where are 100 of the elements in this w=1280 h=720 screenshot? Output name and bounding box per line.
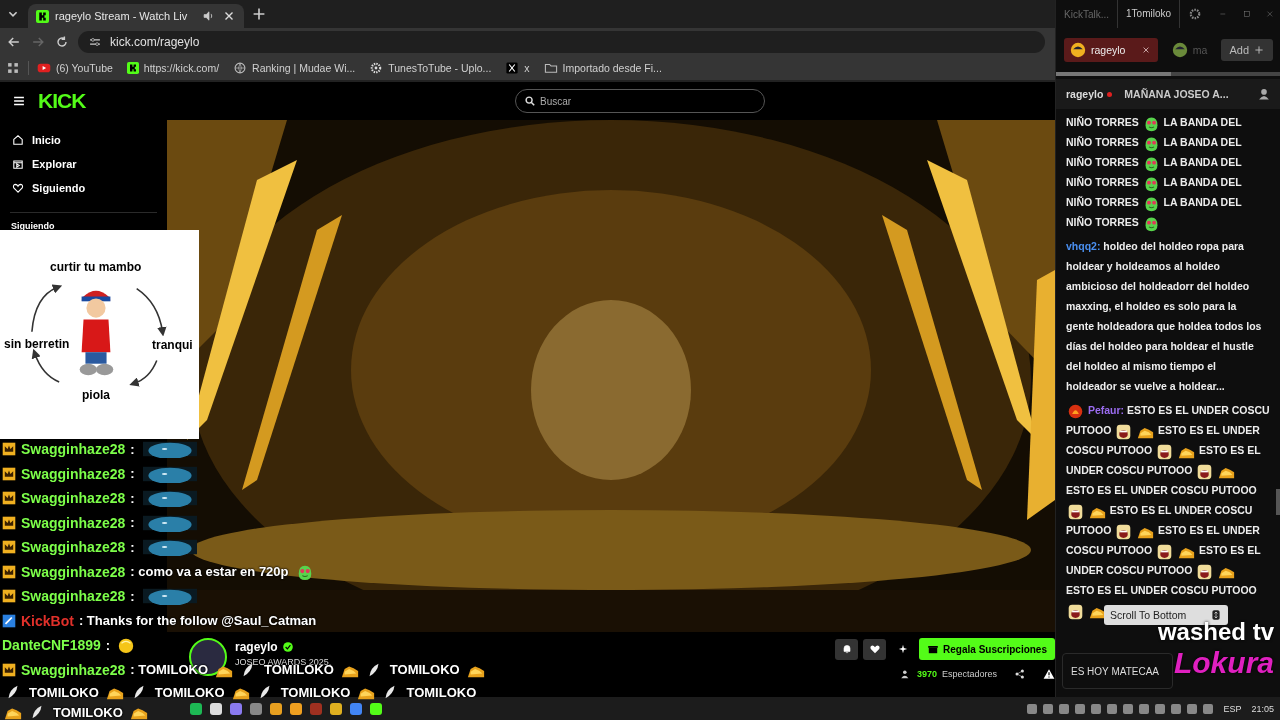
chat-scrollbar[interactable] xyxy=(1276,489,1280,515)
cartoon-emote xyxy=(1196,562,1214,580)
browser-tab[interactable]: rageylo Stream - Watch Liv xyxy=(28,4,244,28)
chat-message-text: TOMILOKO xyxy=(29,684,99,700)
chat-input-field[interactable]: ES HOY MATECAA xyxy=(1062,653,1173,689)
site-settings-icon[interactable] xyxy=(88,35,102,49)
kick-logo[interactable]: KICK xyxy=(38,89,86,113)
chat-username: Swagginhaze28 xyxy=(21,588,126,605)
video-icon xyxy=(12,158,24,170)
share-icon[interactable] xyxy=(1014,668,1026,680)
chat-message-text: LA BANDA DEL xyxy=(1163,156,1242,168)
chat-message-text: : xyxy=(130,490,135,506)
nav-link[interactable]: Inicio xyxy=(0,128,167,152)
chat-message-text: ESTO ES EL UNDER COSCU xyxy=(1127,404,1270,416)
taskbar-app-icon[interactable] xyxy=(370,702,382,715)
warning-icon[interactable] xyxy=(1043,668,1055,680)
taskbar-app-icon[interactable] xyxy=(330,702,342,715)
chat-username: DanteCNF1899 xyxy=(2,637,101,654)
chat-username: Swagginhaze28 xyxy=(21,661,126,678)
chat-username[interactable]: vhqq2: xyxy=(1066,240,1101,252)
meme-label: sin berretin xyxy=(4,337,70,351)
plus-icon xyxy=(1253,44,1265,56)
clock[interactable]: 21:05 xyxy=(1251,703,1274,714)
tray-icon[interactable] xyxy=(1107,703,1118,714)
bookmark-link[interactable]: x xyxy=(505,61,530,75)
chat-message-text: COSCU PUTOOO xyxy=(1066,544,1153,556)
tab-scrollbar[interactable] xyxy=(1056,72,1171,76)
tray-icon[interactable] xyxy=(1091,703,1102,714)
account-name[interactable]: 1Tomiloko xyxy=(1117,0,1181,28)
chat-message-text: NIÑO TORRES xyxy=(1066,216,1139,228)
chat-message-text: ESTO ES EL UNDER COSCU xyxy=(1109,504,1253,516)
chat-username: Swagginhaze28 xyxy=(21,465,126,482)
search-field[interactable]: Buscar xyxy=(515,89,765,113)
chat-message-text: : como va a estar en 720p xyxy=(130,564,289,580)
chat-username: Swagginhaze28 xyxy=(21,490,126,507)
address-field[interactable]: kick.com/rageylo xyxy=(78,31,1045,53)
chat-message-text: LA BANDA DEL xyxy=(1163,196,1242,208)
chat-message-text: LA BANDA DEL xyxy=(1163,136,1242,148)
taskbar-app-icon[interactable] xyxy=(290,702,302,715)
chat-message-text: UNDER COSCU PUTOOO xyxy=(1066,564,1193,576)
chat-username: Swagginhaze28 xyxy=(21,514,126,531)
heart-icon xyxy=(868,643,881,655)
tray-icon[interactable] xyxy=(1123,703,1134,714)
tray-icon[interactable] xyxy=(1075,703,1086,714)
pinned-message[interactable]: MAÑANA JOSEO A... xyxy=(1124,88,1253,100)
gift-subscriptions-button[interactable]: Regala Suscripciones xyxy=(919,638,1055,660)
kick-logo-icon xyxy=(36,9,49,23)
notifications-button[interactable] xyxy=(835,638,859,660)
reload-icon[interactable] xyxy=(54,34,70,50)
tray-icon[interactable] xyxy=(1187,703,1198,714)
chat-message-text: ESTO ES EL UNDER COSCU PUTOOO xyxy=(1066,484,1257,496)
add-channel-button[interactable]: Add xyxy=(1221,39,1273,61)
menu-icon[interactable] xyxy=(12,94,26,108)
tray-icon[interactable] xyxy=(1059,703,1070,714)
settings-icon[interactable] xyxy=(1188,7,1203,21)
follow-button[interactable] xyxy=(863,638,887,660)
chat-message-text: : xyxy=(130,466,135,482)
nav-link[interactable]: Siguiendo xyxy=(0,176,167,200)
chat-message-text: ESTO ES EL UNDER xyxy=(1158,424,1260,436)
user-icon[interactable] xyxy=(1257,87,1271,101)
taskbar-app-icon[interactable] xyxy=(190,702,202,715)
apps-icon[interactable] xyxy=(6,61,20,75)
chat-message-text: ESTO ES EL xyxy=(1198,444,1261,456)
heart-icon xyxy=(12,182,24,194)
chat-message-text: NIÑO TORRES xyxy=(1066,156,1139,168)
chat-message-text: ESTO ES EL UNDER xyxy=(1158,524,1260,536)
bell-icon xyxy=(840,643,853,655)
tray-icon[interactable] xyxy=(1155,703,1166,714)
tray-icon[interactable] xyxy=(1139,703,1150,714)
nav-link[interactable]: Explorar xyxy=(0,152,167,176)
input-language[interactable]: ESP xyxy=(1223,703,1242,714)
taskbar-app-icon[interactable] xyxy=(270,702,282,715)
channel-tab[interactable]: rageylo xyxy=(1064,38,1158,62)
gear-icon xyxy=(369,61,384,75)
meme-label: tranqui xyxy=(152,338,193,352)
cartoon-emote xyxy=(1115,522,1133,540)
chat-message-text: NIÑO TORRES xyxy=(1066,136,1139,148)
cartoon-emote xyxy=(1156,542,1174,560)
bookmark-link[interactable]: https://kick.com/ xyxy=(126,62,220,74)
bookmark-link[interactable]: TunesToTube - Uplo... xyxy=(369,61,492,75)
bookmark-link[interactable]: (6) YouTube xyxy=(37,61,113,75)
x-logo-icon xyxy=(505,61,520,75)
taskbar-app-icon[interactable] xyxy=(210,702,222,715)
chat-message-text: holdeador se vuelve a holdear... xyxy=(1066,380,1225,392)
tray-icon[interactable] xyxy=(1027,703,1038,714)
chat-username[interactable]: Pefaur: xyxy=(1087,404,1125,416)
home-icon xyxy=(12,134,24,146)
chat-username: KickBot xyxy=(21,612,74,629)
tray-icon[interactable] xyxy=(1043,703,1054,714)
chat-message-text: TOMILOKO xyxy=(280,684,351,700)
tray-icon[interactable] xyxy=(1203,703,1214,714)
streamer-name[interactable]: rageylo xyxy=(235,640,278,654)
bookmark-link[interactable]: Ranking | Mudae Wi... xyxy=(233,61,356,75)
bookmark-link[interactable]: Importado desde Fi... xyxy=(543,61,662,75)
folder-icon xyxy=(543,61,558,75)
chat-message-text: COSCU PUTOOO xyxy=(1066,444,1153,456)
chat-message-text: TOMILOKO xyxy=(53,704,123,720)
chat-message-text: UNDER COSCU PUTOOO xyxy=(1066,464,1193,476)
chat-message-text: : xyxy=(130,539,135,555)
tray-icon[interactable] xyxy=(1171,703,1182,714)
